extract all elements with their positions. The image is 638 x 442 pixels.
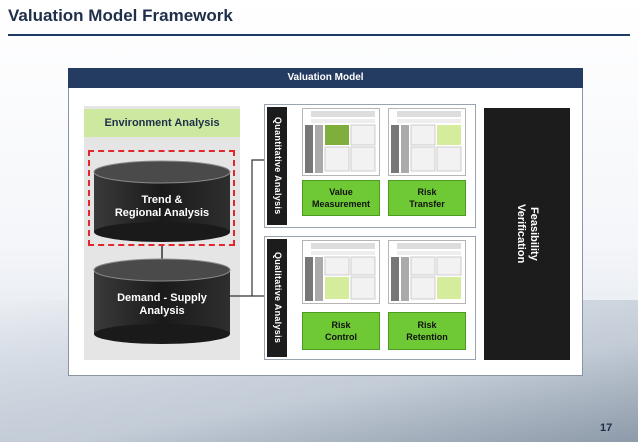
page-number: 17: [600, 422, 613, 434]
qual-thumbnail-right: [388, 240, 466, 304]
value-measurement-box: Value Measurement: [302, 180, 380, 216]
risk-transfer-box: Risk Transfer: [388, 180, 466, 216]
quant-thumbnail-left: [302, 108, 380, 176]
qualitative-analysis-label: Qualitative Analysis: [267, 239, 287, 357]
risk-retention-box: Risk Retention: [388, 312, 466, 350]
qual-thumbnail-left: [302, 240, 380, 304]
risk-control-box: Risk Control: [302, 312, 380, 350]
quantitative-analysis-label: Quantitative Analysis: [267, 107, 287, 225]
feasibility-verification-label: Feasibility Verification: [515, 204, 540, 264]
quant-thumbnail-right: [388, 108, 466, 176]
